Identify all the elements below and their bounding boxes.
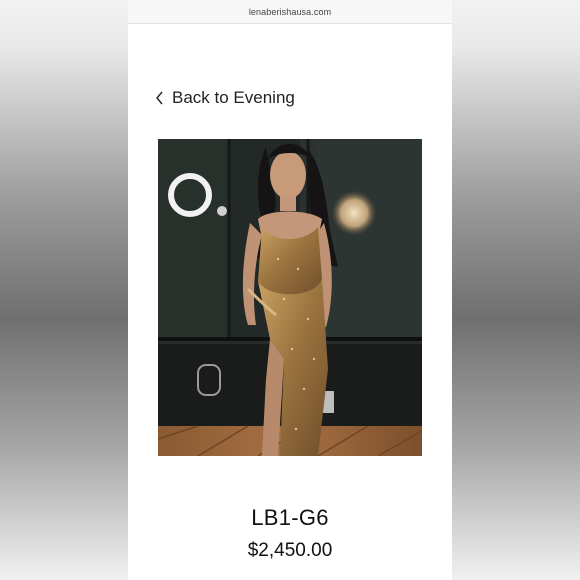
back-link-label: Back to Evening xyxy=(172,88,295,107)
product-image[interactable] xyxy=(158,139,422,456)
chevron-left-icon xyxy=(155,91,164,105)
product-title: LB1-G6 xyxy=(251,505,329,530)
phone-screen: lenaberishausa.com Back to Evening LB1-G… xyxy=(128,0,452,580)
browser-url-bar[interactable]: lenaberishausa.com xyxy=(128,0,452,24)
product-price: $2,450.00 xyxy=(247,540,333,561)
back-to-evening-link[interactable]: Back to Evening xyxy=(155,86,295,110)
url-text: lenaberishausa.com xyxy=(248,6,332,17)
